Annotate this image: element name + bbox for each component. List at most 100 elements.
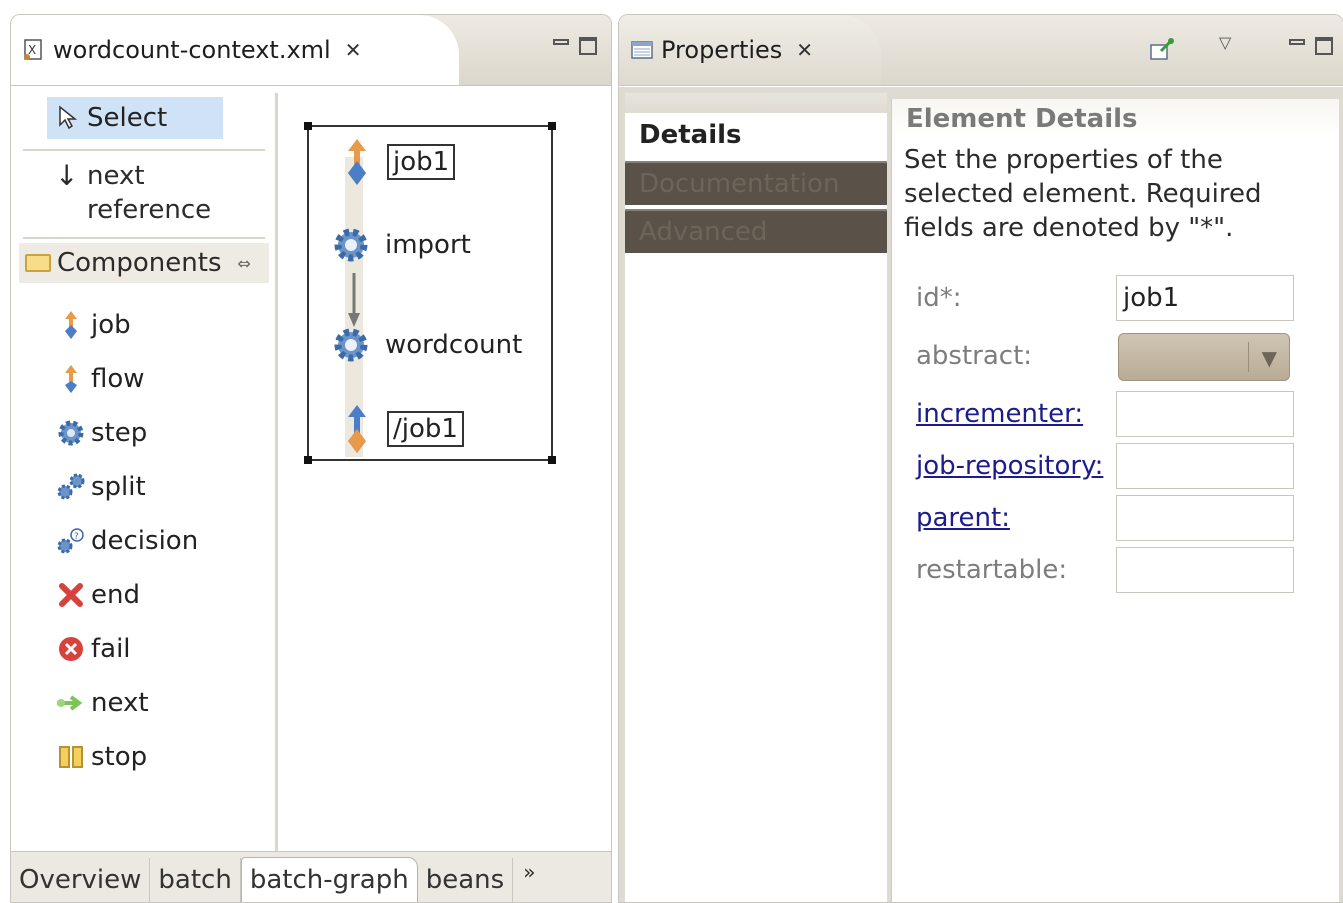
- job-icon: [51, 308, 91, 342]
- step-node-import[interactable]: import: [331, 225, 471, 265]
- tab-batch[interactable]: batch: [150, 858, 241, 902]
- properties-panel: Properties ✕ ▽ Details Documentation Adv…: [618, 14, 1343, 903]
- editor-window-controls: [553, 37, 597, 55]
- properties-tab[interactable]: Properties ✕: [619, 15, 881, 85]
- section-description: Set the properties of the selected eleme…: [904, 145, 1262, 243]
- properties-tab-strip: [625, 93, 887, 113]
- transition-arrow[interactable]: [347, 273, 361, 329]
- resize-handle[interactable]: [304, 122, 312, 130]
- palette-item-label: end: [91, 580, 140, 610]
- palette-item-label: next: [91, 688, 149, 718]
- restartable-label: restartable:: [916, 555, 1068, 585]
- next-reference-tool[interactable]: ↓ next reference: [55, 159, 211, 227]
- palette: Select ↓ next reference Components ⇔ job: [11, 87, 277, 852]
- view-menu-icon[interactable]: ▽: [1219, 33, 1231, 52]
- fail-icon: [51, 632, 91, 666]
- step-label: wordcount: [385, 330, 523, 360]
- palette-item-split[interactable]: split: [51, 467, 146, 507]
- properties-tab-title: Properties: [661, 36, 783, 64]
- svg-text:?: ?: [74, 532, 79, 542]
- palette-item-fail[interactable]: fail: [51, 629, 131, 669]
- palette-item-label: decision: [91, 526, 199, 556]
- diagram-canvas[interactable]: job1 import wordcount /job1: [281, 87, 611, 852]
- editor-tab[interactable]: X wordcount-context.xml ✕: [11, 15, 459, 85]
- job-end-tag: /job1: [387, 411, 464, 447]
- palette-item-end[interactable]: end: [51, 575, 140, 615]
- minimize-icon[interactable]: [1289, 39, 1305, 45]
- editor-tab-bar: X wordcount-context.xml ✕: [11, 15, 611, 86]
- properties-tab-bar: Properties ✕ ▽: [619, 15, 1343, 86]
- palette-item-label: step: [91, 418, 148, 448]
- job-repository-link[interactable]: job-repository:: [916, 451, 1103, 481]
- job-end-node[interactable]: /job1: [337, 403, 464, 455]
- resize-handle[interactable]: [304, 456, 312, 464]
- tab-advanced[interactable]: Advanced: [625, 209, 887, 253]
- tab-documentation[interactable]: Documentation: [625, 161, 887, 205]
- split-icon: [51, 470, 91, 504]
- maximize-icon[interactable]: [1315, 37, 1333, 55]
- element-details-section: Element Details Set the properties of th…: [891, 99, 1339, 902]
- palette-divider-line: [23, 149, 265, 151]
- next-reference-label-1: next: [87, 161, 145, 191]
- maximize-icon[interactable]: [579, 37, 597, 55]
- properties-icon: [631, 39, 653, 61]
- resize-handle[interactable]: [548, 456, 556, 464]
- job-container[interactable]: job1 import wordcount /job1: [304, 122, 556, 464]
- components-drawer[interactable]: Components ⇔: [19, 243, 269, 283]
- id-field[interactable]: job1: [1116, 275, 1294, 321]
- palette-item-next[interactable]: next: [51, 683, 149, 723]
- close-icon[interactable]: ✕: [345, 38, 362, 62]
- job-icon: [337, 403, 377, 455]
- palette-item-decision[interactable]: ? decision: [51, 521, 198, 561]
- palette-item-stop[interactable]: stop: [51, 737, 147, 777]
- parent-link[interactable]: parent:: [916, 503, 1010, 533]
- step-icon: [331, 325, 371, 365]
- editor-page-tabs: Overview batch batch-graph beans »: [11, 851, 611, 902]
- editor-panel: X wordcount-context.xml ✕ Select ↓ next …: [10, 14, 612, 903]
- tab-batch-graph[interactable]: batch-graph: [240, 857, 418, 902]
- abstract-dropdown[interactable]: ▼: [1118, 333, 1290, 381]
- close-icon[interactable]: ✕: [796, 38, 813, 62]
- stop-icon: [51, 740, 91, 774]
- palette-item-label: flow: [91, 364, 145, 394]
- more-tabs-icon[interactable]: »: [513, 860, 545, 884]
- step-icon: [51, 416, 91, 450]
- id-label: id*:: [916, 283, 962, 313]
- palette-item-job[interactable]: job: [51, 305, 131, 345]
- pointer-icon: [57, 105, 79, 131]
- parent-field[interactable]: [1116, 495, 1294, 541]
- select-tool[interactable]: Select: [47, 97, 223, 139]
- job-icon: [337, 137, 377, 187]
- dropdown-separator: [1248, 342, 1249, 372]
- decision-icon: ?: [51, 524, 91, 558]
- select-label: Select: [87, 103, 168, 133]
- collapse-arrows-icon[interactable]: ⇔: [238, 254, 251, 273]
- minimize-icon[interactable]: [553, 39, 569, 45]
- flow-icon: [51, 362, 91, 396]
- section-title: Element Details: [892, 99, 1339, 139]
- palette-item-flow[interactable]: flow: [51, 359, 145, 399]
- resize-handle[interactable]: [548, 122, 556, 130]
- abstract-label: abstract:: [916, 341, 1033, 371]
- tab-overview[interactable]: Overview: [11, 858, 151, 902]
- chevron-down-icon: ▼: [1261, 346, 1277, 370]
- tab-beans[interactable]: beans: [418, 858, 514, 902]
- incrementer-field[interactable]: [1116, 391, 1294, 437]
- folder-icon: [25, 254, 51, 272]
- svg-text:X: X: [28, 43, 36, 57]
- step-node-wordcount[interactable]: wordcount: [331, 325, 522, 365]
- job-repository-field[interactable]: [1116, 443, 1294, 489]
- components-label: Components: [57, 248, 222, 278]
- tab-details[interactable]: Details: [625, 113, 887, 157]
- next-reference-label-2: reference: [87, 195, 212, 225]
- palette-item-step[interactable]: step: [51, 413, 147, 453]
- palette-divider-line: [23, 237, 265, 239]
- pin-icon[interactable]: [1149, 37, 1175, 67]
- incrementer-link[interactable]: incrementer:: [916, 399, 1083, 429]
- palette-splitter[interactable]: [275, 93, 278, 852]
- job-start-node[interactable]: job1: [337, 137, 456, 187]
- down-arrow-icon: ↓: [55, 159, 79, 192]
- palette-item-label: split: [91, 472, 146, 502]
- restartable-field[interactable]: [1116, 547, 1294, 593]
- xml-file-icon: X: [23, 39, 45, 61]
